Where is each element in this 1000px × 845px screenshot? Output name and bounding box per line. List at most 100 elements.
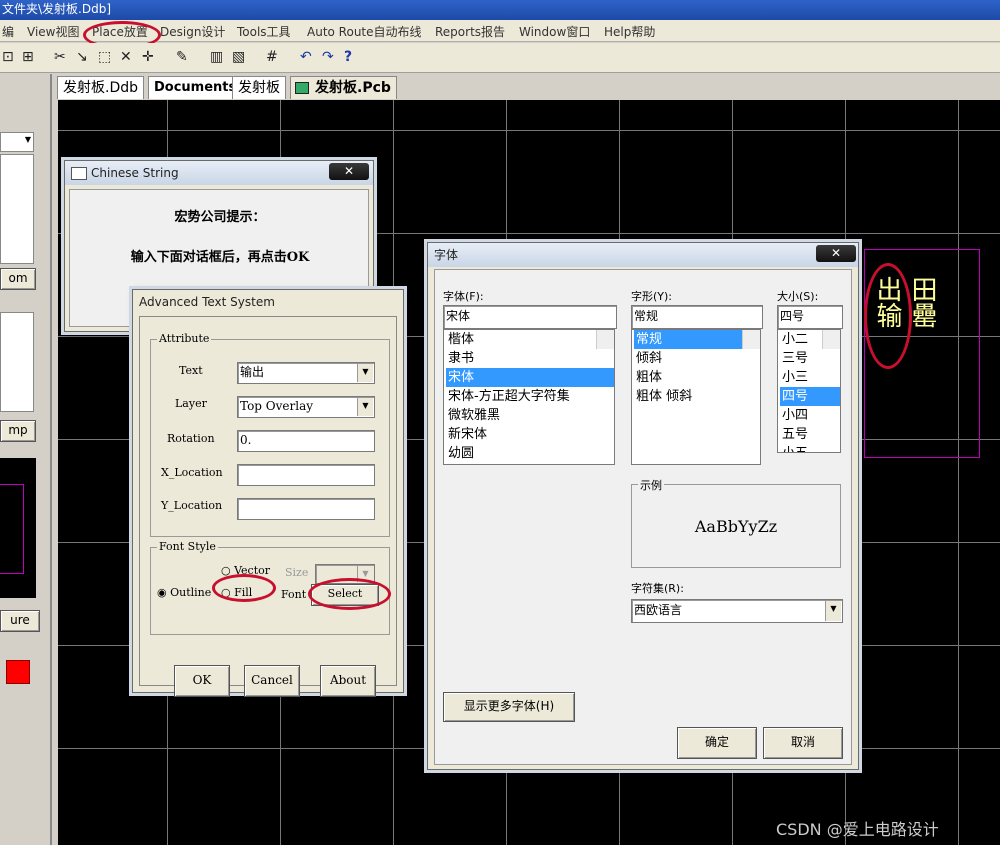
chevron-down-icon: ▼ xyxy=(825,601,841,621)
more-fonts-button[interactable]: 显示更多字体(H) xyxy=(443,692,575,722)
font-list-item[interactable]: 隶书 xyxy=(446,349,614,368)
layer-label: Layer xyxy=(175,397,207,410)
font-label: Font xyxy=(281,588,307,601)
style-list-item[interactable]: 粗体 xyxy=(634,368,760,387)
size-list-item[interactable]: 小四 xyxy=(780,406,840,425)
tab-ddb[interactable]: 发射板.Ddb xyxy=(57,76,145,99)
size-list-item[interactable]: 三号 xyxy=(780,349,840,368)
tab-pcb-label: 发射板.Pcb xyxy=(315,80,391,96)
close-icon[interactable]: ✕ xyxy=(816,245,856,262)
style-list-item[interactable]: 粗体 倾斜 xyxy=(634,387,760,406)
select-rect-icon[interactable]: ⬚ xyxy=(98,49,111,65)
layer-select-value: Top Overlay xyxy=(240,399,314,413)
annotation-circle-pcb-text xyxy=(864,263,912,369)
font-dialog-body: 字体(F): 宋体 楷体 隶书 宋体 宋体-方正超大字符集 微软雅黑 新宋体 幼圆 字形(Y… xyxy=(434,269,852,765)
menu-design[interactable]: Design设计 xyxy=(160,23,225,40)
scrollbar[interactable] xyxy=(742,330,760,349)
app-icon xyxy=(71,167,87,180)
help-icon[interactable]: ? xyxy=(344,49,352,65)
font-style-label: 字形(Y): xyxy=(631,290,673,303)
font-style-input[interactable]: 常规 xyxy=(631,305,763,329)
font-list-item[interactable]: 新宋体 xyxy=(446,425,614,444)
toolbar: ⊡ ⊞ ✂ ↘ ⬚ ✕ ✛ ✎ ▥ ▧ # ↶ ↷ ? xyxy=(0,43,1000,73)
menu-reports[interactable]: Reports报告 xyxy=(435,23,505,40)
font-family-input[interactable]: 宋体 xyxy=(443,305,617,329)
watermark: CSDN @爱上电路设计 xyxy=(776,820,939,839)
color-swatch[interactable] xyxy=(6,660,30,684)
redo-icon[interactable]: ↷ xyxy=(322,49,334,65)
move-icon[interactable]: ✛ xyxy=(142,49,154,65)
sample-text: AaBbYyZz xyxy=(694,517,778,536)
library-icon[interactable]: ▥ xyxy=(210,49,223,65)
menu-tools[interactable]: Tools工具 xyxy=(237,23,291,40)
left-list[interactable] xyxy=(0,154,34,264)
style-list-item[interactable]: 倾斜 xyxy=(634,349,760,368)
tab-documents[interactable]: Documents xyxy=(148,76,243,99)
size-list-item[interactable]: 小五 xyxy=(780,444,840,452)
charset-select[interactable]: 西欧语言 ▼ xyxy=(631,599,843,623)
rotation-label: Rotation xyxy=(167,432,215,445)
line-icon[interactable]: ↘ xyxy=(76,49,88,65)
outline-label: Outline xyxy=(170,586,212,599)
cancel-button[interactable]: 取消 xyxy=(763,727,843,759)
menu-view[interactable]: View视图 xyxy=(27,23,79,40)
font-size-input[interactable]: 四号 xyxy=(777,305,843,329)
sample-label: 示例 xyxy=(638,477,664,493)
ok-button[interactable]: OK xyxy=(174,665,230,697)
menu-help[interactable]: Help帮助 xyxy=(604,23,655,40)
x-location-input[interactable] xyxy=(237,464,375,486)
font-list-item[interactable]: 宋体 xyxy=(446,368,614,387)
font-size-list[interactable]: 小二三号小三四号小四五号小五 xyxy=(777,329,841,453)
rotation-input[interactable]: 0. xyxy=(237,430,375,452)
close-icon[interactable]: ✕ xyxy=(329,163,369,180)
font-size-label: 大小(S): xyxy=(777,290,819,303)
size-list-item[interactable]: 五号 xyxy=(780,425,840,444)
left-list-2[interactable] xyxy=(0,312,34,412)
mini-board-outline xyxy=(0,484,24,574)
undo-icon[interactable]: ↶ xyxy=(300,49,312,65)
attribute-group-label: Attribute xyxy=(157,332,212,345)
font-list-item[interactable]: 幼圆 xyxy=(446,444,614,463)
scrollbar[interactable] xyxy=(822,330,840,349)
menu-edit[interactable]: 编 xyxy=(2,23,14,40)
ok-button[interactable]: 确定 xyxy=(677,727,757,759)
font-list-item[interactable]: 微软雅黑 xyxy=(446,406,614,425)
y-location-input[interactable] xyxy=(237,498,375,520)
left-button-browse[interactable]: om xyxy=(0,268,36,290)
cancel-button[interactable]: Cancel xyxy=(244,665,300,697)
menu-autoroute[interactable]: Auto Route自动布线 xyxy=(307,23,422,40)
about-button[interactable]: About xyxy=(320,665,376,697)
text-select[interactable]: 输出 ▼ xyxy=(237,362,375,384)
scrollbar[interactable] xyxy=(596,330,614,349)
text-select-value: 输出 xyxy=(240,365,265,379)
size-list-item[interactable]: 四号 xyxy=(780,387,840,406)
deselect-icon[interactable]: ✕ xyxy=(120,49,132,65)
outline-radio[interactable]: ◉ Outline xyxy=(157,586,211,599)
notice-line-2: 输入下面对话框后，再点击OK xyxy=(130,250,310,265)
left-button-jump[interactable]: mp xyxy=(0,420,36,442)
browse-icon[interactable]: ▧ xyxy=(232,49,245,65)
zoom-fit-icon[interactable]: ⊞ xyxy=(22,49,34,65)
ats-titlebar: Advanced Text System xyxy=(133,290,403,314)
ats-body: Attribute Text 输出 ▼ Layer Top Overlay ▼ Ro… xyxy=(139,316,397,697)
cut-icon[interactable]: ✂ xyxy=(54,49,66,65)
size-label: Size xyxy=(285,566,309,579)
annotation-circle-fill xyxy=(212,574,276,602)
menu-window[interactable]: Window窗口 xyxy=(519,23,590,40)
wand-icon[interactable]: ✎ xyxy=(176,49,188,65)
zoom-icon[interactable]: ⊡ xyxy=(2,49,14,65)
left-button-configure[interactable]: ure xyxy=(0,610,40,632)
font-style-list[interactable]: 常规 倾斜 粗体 粗体 倾斜 xyxy=(631,329,761,465)
tab-pcb[interactable]: 发射板.Pcb xyxy=(290,76,397,99)
chinese-string-titlebar: Chinese String xyxy=(65,161,373,185)
font-family-list[interactable]: 楷体 隶书 宋体 宋体-方正超大字符集 微软雅黑 新宋体 幼圆 xyxy=(443,329,615,465)
left-dropdown[interactable]: ▼ xyxy=(0,132,34,152)
grid-icon[interactable]: # xyxy=(266,49,278,65)
tab-folder[interactable]: 发射板 xyxy=(232,76,286,99)
mini-viewer[interactable] xyxy=(0,458,36,598)
layer-select[interactable]: Top Overlay ▼ xyxy=(237,396,375,418)
font-list-item[interactable]: 宋体-方正超大字符集 xyxy=(446,387,614,406)
font-list-item[interactable]: 楷体 xyxy=(446,330,614,349)
window-titlebar: 文件夹\发射板.Ddb] xyxy=(0,0,1000,20)
size-list-item[interactable]: 小三 xyxy=(780,368,840,387)
